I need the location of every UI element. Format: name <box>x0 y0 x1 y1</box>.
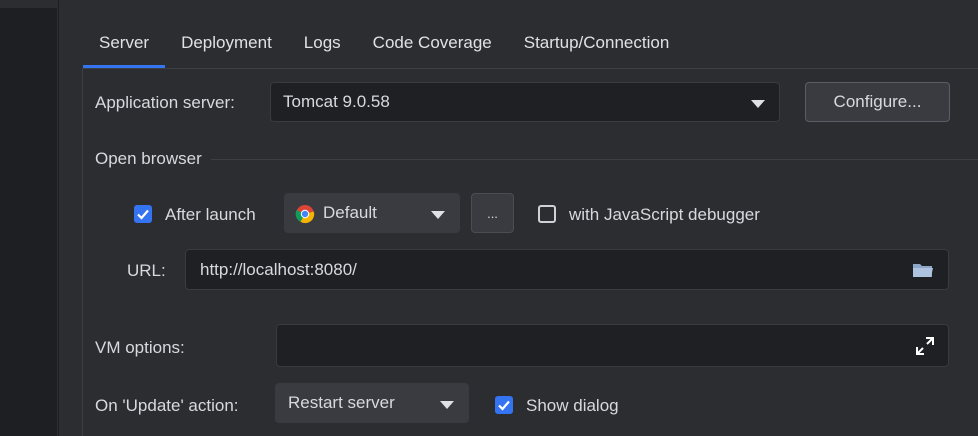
chevron-down-icon <box>440 401 454 409</box>
checkmark-icon <box>137 209 149 220</box>
update-action-value: Restart server <box>288 393 395 412</box>
app-server-value: Tomcat 9.0.58 <box>283 92 390 111</box>
chrome-icon <box>295 205 315 224</box>
checkmark-icon <box>498 400 510 411</box>
url-input[interactable]: http://localhost:8080/ <box>185 249 949 290</box>
open-browser-section-label: Open browser <box>95 149 202 168</box>
browser-value: Default <box>323 203 377 222</box>
configure-button[interactable]: Configure... <box>805 82 950 122</box>
chevron-down-icon <box>751 100 765 108</box>
tab-deployment[interactable]: Deployment <box>165 28 288 68</box>
after-launch-label: After launch <box>165 205 256 224</box>
app-server-label: Application server: <box>95 93 235 112</box>
browser-settings-button[interactable]: ... <box>471 193 514 233</box>
tab-logs[interactable]: Logs <box>288 28 357 68</box>
expand-icon[interactable] <box>916 337 934 355</box>
browser-select[interactable]: Default <box>284 193 460 233</box>
folder-icon[interactable] <box>912 262 934 278</box>
url-value: http://localhost:8080/ <box>200 259 357 279</box>
server-tab-content: Application server: Tomcat 9.0.58 Config… <box>82 68 978 436</box>
tab-code-coverage[interactable]: Code Coverage <box>357 28 508 68</box>
vm-options-label: VM options: <box>95 338 185 357</box>
js-debugger-label: with JavaScript debugger <box>569 205 760 224</box>
update-action-label: On 'Update' action: <box>95 396 239 415</box>
vm-options-input[interactable] <box>276 324 949 367</box>
js-debugger-checkbox[interactable] <box>538 205 556 223</box>
url-label: URL: <box>127 261 166 280</box>
section-divider <box>211 159 978 160</box>
app-server-select[interactable]: Tomcat 9.0.58 <box>270 82 780 122</box>
tab-server[interactable]: Server <box>83 28 166 68</box>
show-dialog-checkbox[interactable] <box>495 396 513 414</box>
left-strip-selection <box>0 0 58 8</box>
left-tool-strip <box>0 0 58 436</box>
tab-bar: Server Deployment Logs Code Coverage Sta… <box>83 28 685 68</box>
update-action-select[interactable]: Restart server <box>275 383 469 423</box>
chevron-down-icon <box>431 211 445 219</box>
run-config-panel: Server Deployment Logs Code Coverage Sta… <box>59 0 978 436</box>
show-dialog-label: Show dialog <box>526 396 619 415</box>
after-launch-checkbox[interactable] <box>134 205 152 223</box>
tab-startup-connection[interactable]: Startup/Connection <box>508 28 686 68</box>
